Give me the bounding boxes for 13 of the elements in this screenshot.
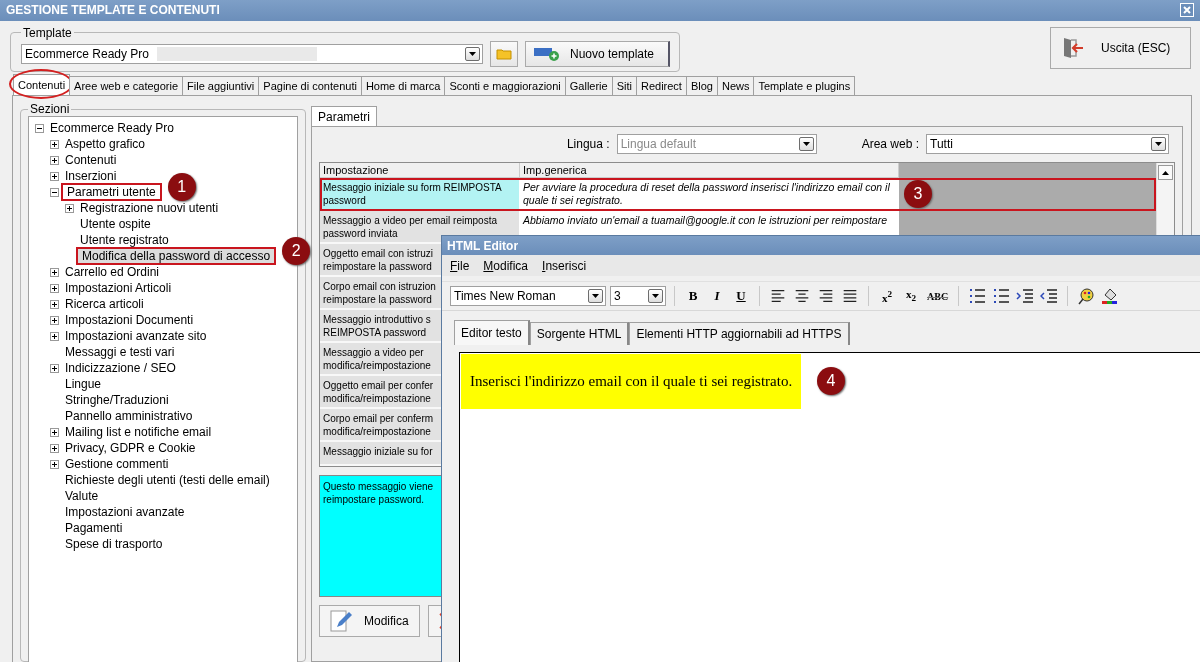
- window-title: HTML Editor: [442, 236, 1200, 255]
- highlighted-paragraph: Inserisci l'indirizzo email con il quale ti sei registrato.: [461, 354, 801, 409]
- field-label: Area web :: [861, 137, 919, 151]
- group-label: Template: [22, 25, 73, 40]
- group-label: Sezioni: [29, 102, 71, 116]
- window-title: GESTIONE TEMPLATE E CONTENUTI: [6, 3, 220, 18]
- callout-number: 1: [167, 173, 196, 201]
- field-label: Lingua :: [566, 137, 610, 151]
- column-header: Impostazione: [320, 163, 520, 178]
- column-header: Imp.generica: [520, 163, 899, 178]
- callout-number: 2: [282, 237, 311, 265]
- callout-number: 4: [817, 367, 845, 395]
- callout-number: 3: [904, 180, 932, 208]
